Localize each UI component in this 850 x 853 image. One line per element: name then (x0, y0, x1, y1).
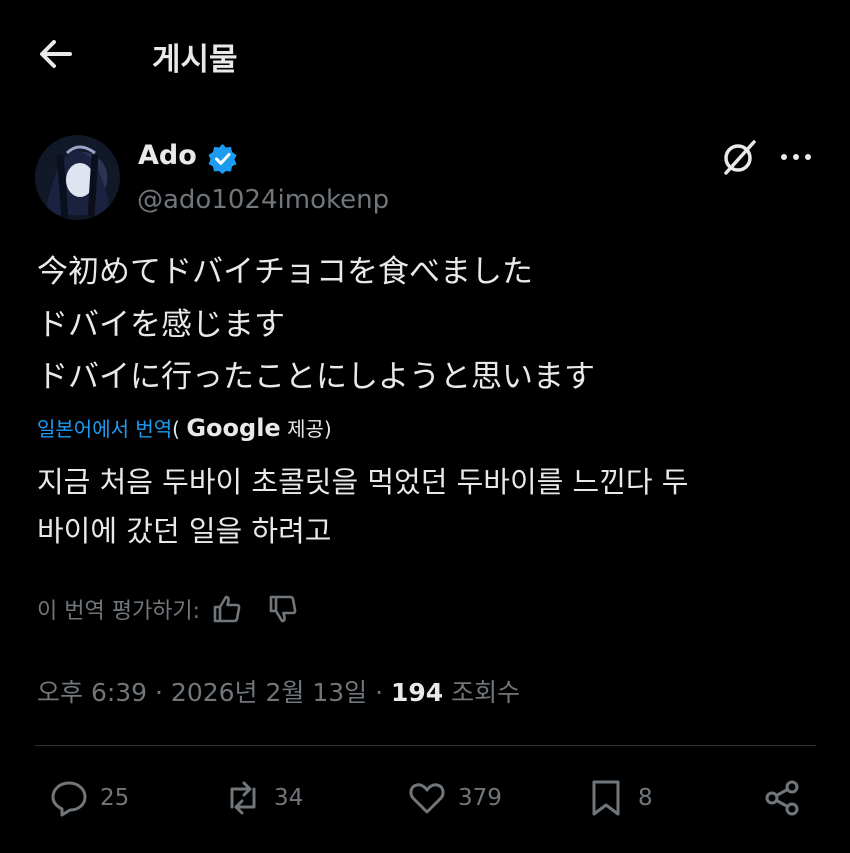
heart-icon (409, 783, 445, 814)
provider-prefix: ( (172, 417, 180, 441)
rate-translation: 이 번역 평가하기: (37, 592, 300, 626)
provider-suffix: 제공) (287, 417, 332, 441)
tweet-text-line: ドバイに行ったことにしようと思います (37, 359, 595, 395)
share-icon (765, 780, 799, 816)
thumbs-down-icon[interactable] (266, 592, 300, 626)
page-title: 게시물 (152, 42, 238, 78)
translation-text-line: 바이에 갔던 일을 하려고 (37, 514, 332, 548)
tweet-text-line: ドバイを感じます (37, 307, 285, 343)
like-count: 379 (458, 785, 502, 811)
reply-button[interactable]: 25 (48, 775, 129, 821)
tweet-text-line: 今初めてドバイチョコを食べました (37, 254, 533, 290)
views-label: 조회수 (443, 678, 521, 707)
repost-count: 34 (274, 785, 304, 811)
translation-attribution: 일본어에서 번역( Google 제공) (37, 413, 332, 442)
translation-text-line: 지금 처음 두바이 초콜릿을 먹었던 두바이를 느낀다 두 (37, 465, 689, 499)
reply-icon (51, 781, 87, 817)
views-count: 194 (391, 678, 444, 707)
divider (35, 745, 816, 746)
author-handle[interactable]: @ado1024imokenp (137, 185, 389, 215)
author-name[interactable]: Ado (138, 140, 197, 171)
repost-icon (230, 781, 256, 815)
avatar-image (45, 145, 111, 218)
rate-translation-label: 이 번역 평가하기: (37, 599, 201, 624)
bookmark-icon (592, 780, 620, 816)
translated-from-link[interactable]: 일본어에서 번역 (37, 417, 172, 441)
share-button[interactable] (762, 775, 804, 821)
thumbs-up-icon[interactable] (210, 592, 244, 626)
more-options-icon[interactable] (778, 145, 814, 169)
avatar[interactable] (35, 135, 120, 220)
bookmark-button[interactable]: 8 (586, 775, 653, 821)
grok-icon[interactable] (718, 136, 760, 178)
verified-badge-icon (206, 142, 239, 175)
google-logo: Google (186, 414, 281, 442)
reply-count: 25 (100, 785, 130, 811)
arrow-left-icon (40, 40, 72, 68)
timestamp[interactable]: 오후 6:39 · 2026년 2월 13일 · (37, 678, 391, 707)
bookmark-count: 8 (638, 785, 653, 811)
like-button[interactable]: 379 (406, 775, 502, 821)
timestamp-views: 오후 6:39 · 2026년 2월 13일 · 194 조회수 (37, 673, 520, 709)
back-button[interactable] (34, 32, 78, 76)
repost-button[interactable]: 34 (222, 775, 303, 821)
